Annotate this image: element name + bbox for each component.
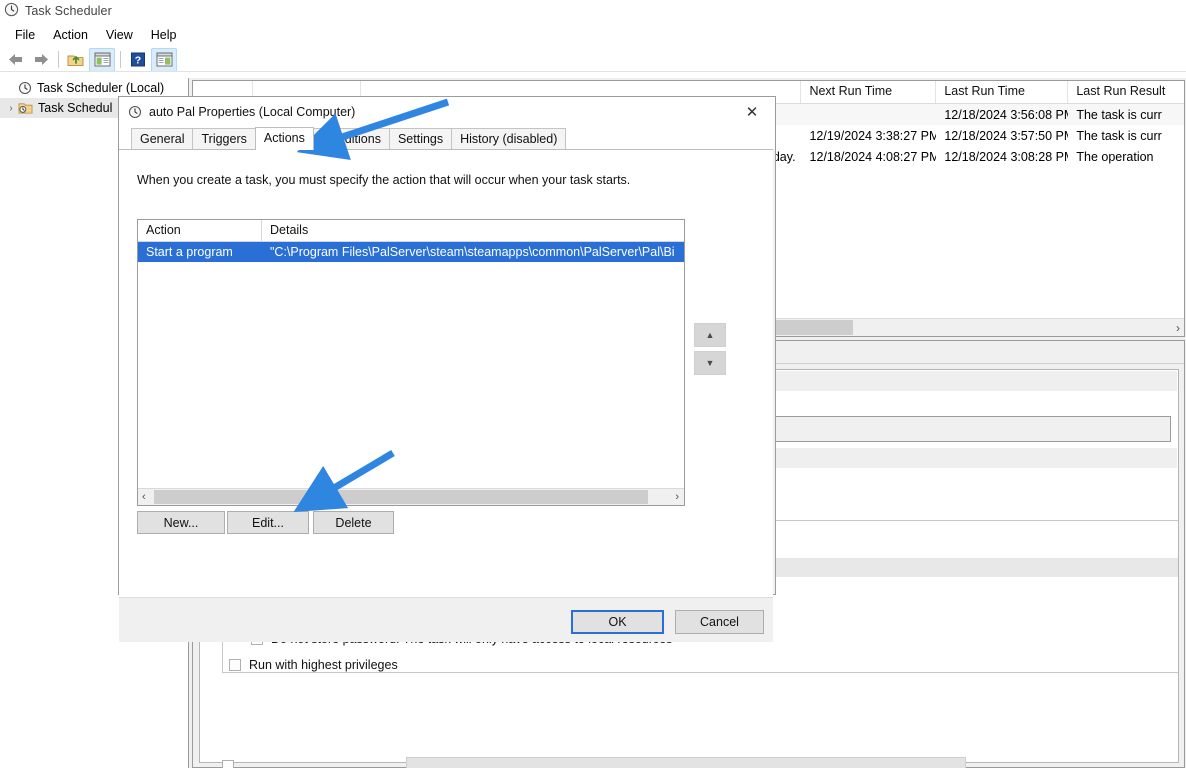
menu-bar: File Action View Help bbox=[0, 24, 1186, 46]
tab-general[interactable]: General bbox=[131, 128, 193, 149]
dialog-tabstrip: General Triggers Actions Conditions Sett… bbox=[119, 127, 775, 149]
task-folder-icon bbox=[18, 101, 33, 115]
dialog-titlebar[interactable]: auto Pal Properties (Local Computer) ✕ bbox=[119, 97, 775, 127]
show-hide-console-tree-icon[interactable] bbox=[89, 48, 115, 72]
ok-button[interactable]: OK bbox=[571, 610, 664, 634]
chevron-right-icon[interactable]: › bbox=[4, 103, 18, 114]
tree-item-task-scheduler-local[interactable]: Task Scheduler (Local) bbox=[0, 78, 188, 98]
task-list-col-last-run-time[interactable]: Last Run Time bbox=[936, 81, 1068, 103]
back-arrow-icon[interactable] bbox=[4, 49, 28, 71]
cell-action: Start a program bbox=[138, 245, 262, 259]
cell-last-run-time: 12/18/2024 3:56:08 PM bbox=[936, 108, 1068, 122]
menu-file[interactable]: File bbox=[6, 26, 44, 44]
clock-icon bbox=[4, 2, 19, 20]
app-titlebar: Task Scheduler bbox=[0, 0, 1186, 22]
app-title: Task Scheduler bbox=[25, 4, 112, 18]
actions-col-details[interactable]: Details bbox=[262, 220, 682, 241]
clock-icon bbox=[128, 105, 142, 119]
dialog-footer: OK Cancel bbox=[119, 597, 773, 642]
chevron-down-icon: ▼ bbox=[706, 359, 715, 368]
cell-last-run-result: The task is curr bbox=[1068, 108, 1184, 122]
toolbar-separator-2 bbox=[120, 51, 121, 68]
svg-text:?: ? bbox=[135, 55, 141, 67]
show-hide-action-pane-icon[interactable] bbox=[151, 48, 177, 72]
cancel-button[interactable]: Cancel bbox=[675, 610, 764, 634]
actions-list-horizontal-scrollbar[interactable]: ‹ › bbox=[138, 488, 684, 505]
cell-next-run-time: 12/19/2024 3:38:27 PM bbox=[801, 129, 936, 143]
actions-col-action[interactable]: Action bbox=[138, 220, 262, 241]
toolbar-divider bbox=[0, 71, 1186, 72]
tab-triggers[interactable]: Triggers bbox=[192, 128, 255, 149]
menu-action[interactable]: Action bbox=[44, 26, 97, 44]
tab-conditions[interactable]: Conditions bbox=[313, 128, 390, 149]
cell-last-run-result: The task is curr bbox=[1068, 129, 1184, 143]
tree-item-label: Task Scheduler (Local) bbox=[37, 81, 164, 95]
task-scheduler-window: Task Scheduler File Action View Help bbox=[0, 0, 1186, 768]
checkbox-label: Run with highest privileges bbox=[249, 658, 398, 672]
scroll-right-icon[interactable]: › bbox=[1176, 319, 1180, 336]
move-up-button[interactable]: ▲ bbox=[694, 323, 726, 347]
cell-details: "C:\Program Files\PalServer\steam\steama… bbox=[262, 245, 682, 259]
actions-intro-text: When you create a task, you must specify… bbox=[137, 173, 630, 187]
cell-last-run-result: The operation bbox=[1068, 150, 1184, 164]
dialog-title: auto Pal Properties (Local Computer) bbox=[149, 105, 355, 119]
toolbar-separator-1 bbox=[58, 51, 59, 68]
scroll-left-icon[interactable]: ‹ bbox=[142, 489, 146, 505]
delete-button[interactable]: Delete bbox=[313, 511, 394, 534]
cell-last-run-time: 12/18/2024 3:08:28 PM bbox=[936, 150, 1068, 164]
checkbox-run-highest-privileges[interactable]: Run with highest privileges bbox=[229, 658, 398, 672]
tab-settings[interactable]: Settings bbox=[389, 128, 452, 149]
help-icon[interactable]: ? bbox=[126, 49, 150, 71]
checkbox-icon[interactable] bbox=[229, 659, 241, 671]
edit-button[interactable]: Edit... bbox=[227, 511, 309, 534]
cell-last-run-time: 12/18/2024 3:57:50 PM bbox=[936, 129, 1068, 143]
actions-tab-page: When you create a task, you must specify… bbox=[119, 149, 773, 642]
tree-item-label: Task Schedul bbox=[38, 101, 112, 115]
actions-list-header: Action Details bbox=[138, 220, 684, 242]
tab-actions[interactable]: Actions bbox=[255, 127, 314, 150]
menu-view[interactable]: View bbox=[97, 26, 142, 44]
checkbox-icon-partial[interactable] bbox=[222, 760, 234, 768]
up-folder-icon[interactable] bbox=[64, 49, 88, 71]
task-list-col-last-run-result[interactable]: Last Run Result bbox=[1068, 81, 1184, 103]
tab-history[interactable]: History (disabled) bbox=[451, 128, 566, 149]
partial-field-bar bbox=[406, 757, 966, 768]
menu-help[interactable]: Help bbox=[142, 26, 186, 44]
task-list-col-next-run-time[interactable]: Next Run Time bbox=[801, 81, 936, 103]
clock-icon bbox=[18, 81, 32, 95]
actions-list-view: Action Details Start a program "C:\Progr… bbox=[137, 219, 685, 506]
scrollbar-thumb[interactable] bbox=[154, 490, 648, 504]
toolbar: ? bbox=[0, 47, 1186, 72]
close-icon[interactable]: ✕ bbox=[729, 97, 775, 127]
new-button[interactable]: New... bbox=[137, 511, 225, 534]
forward-arrow-icon[interactable] bbox=[29, 49, 53, 71]
chevron-up-icon: ▲ bbox=[706, 331, 715, 340]
auto-pal-properties-dialog: auto Pal Properties (Local Computer) ✕ G… bbox=[118, 96, 776, 595]
scroll-right-icon[interactable]: › bbox=[675, 489, 679, 505]
move-down-button[interactable]: ▼ bbox=[694, 351, 726, 375]
table-row[interactable]: Start a program "C:\Program Files\PalSer… bbox=[138, 242, 684, 262]
cell-next-run-time: 12/18/2024 4:08:27 PM bbox=[802, 150, 937, 164]
